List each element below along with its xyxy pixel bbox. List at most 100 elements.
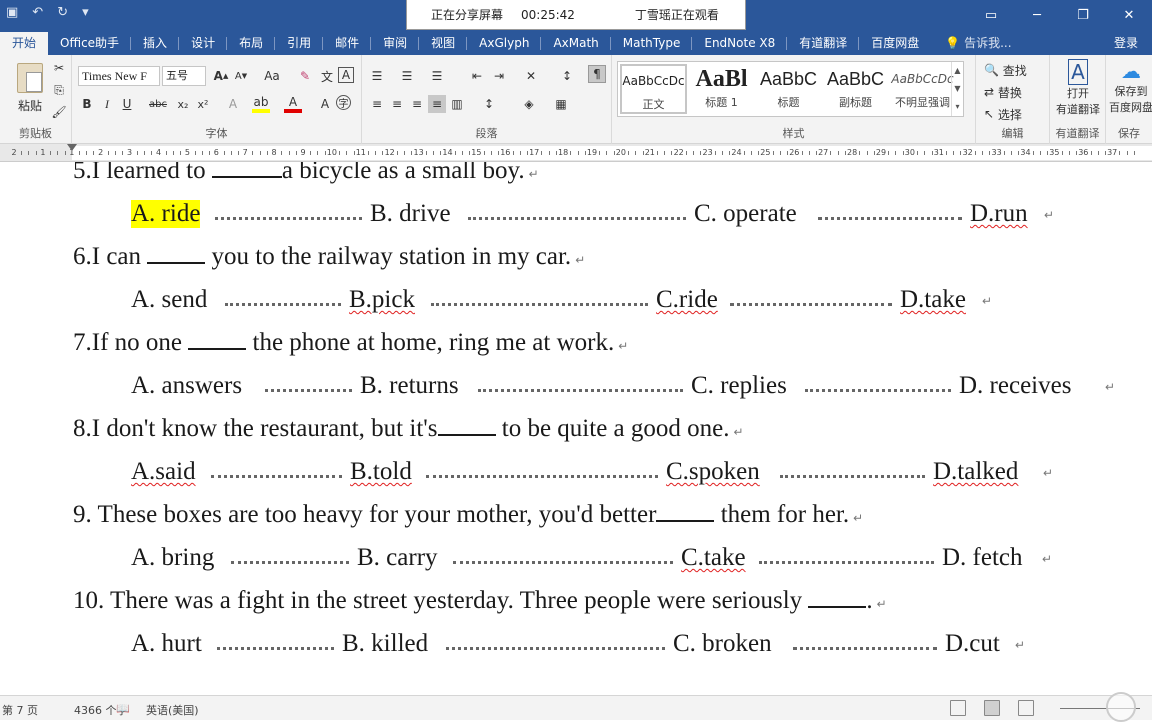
enclose-char-icon[interactable]: 字 xyxy=(336,95,351,110)
tab-3[interactable]: 设计 xyxy=(179,32,228,55)
style-3[interactable]: AaBbC 副标题 xyxy=(822,64,889,114)
paste-button[interactable]: 粘贴 xyxy=(10,61,50,115)
tab-8[interactable]: 视图 xyxy=(419,32,468,55)
increase-indent-icon[interactable]: ⇥ xyxy=(490,67,508,85)
numbering-icon[interactable]: ☰ xyxy=(398,67,416,85)
superscript-icon[interactable]: x² xyxy=(194,95,212,113)
document-area[interactable]: 5.I learned to a bicycle as a small boy.… xyxy=(0,162,1152,695)
find-button[interactable]: 🔍 查找 xyxy=(984,61,1027,79)
line-spacing-icon[interactable]: ↕ xyxy=(480,95,498,113)
align-left-icon[interactable]: ≡ xyxy=(368,95,386,113)
font-size-box[interactable]: 五号 xyxy=(162,66,206,86)
bullets-icon[interactable]: ☰ xyxy=(368,67,386,85)
language-indicator[interactable]: 英语(美国) xyxy=(146,702,199,718)
font-color-icon[interactable]: A xyxy=(284,95,302,113)
borders-icon[interactable]: ▦ xyxy=(552,95,570,113)
print-layout-icon[interactable] xyxy=(984,700,1000,716)
web-layout-icon[interactable] xyxy=(1018,700,1034,716)
copy-icon[interactable]: ⎘ xyxy=(50,81,68,99)
shading-icon[interactable]: ◈ xyxy=(520,95,538,113)
align-right-icon[interactable]: ≡ xyxy=(408,95,426,113)
subscript-icon[interactable]: x₂ xyxy=(174,95,192,113)
customize-qat-icon[interactable]: ▾ xyxy=(82,5,89,20)
multilevel-list-icon[interactable]: ☰ xyxy=(428,67,446,85)
bold-icon[interactable]: B xyxy=(78,95,96,113)
style-2[interactable]: AaBbC 标题 xyxy=(755,64,822,114)
select-button[interactable]: ↖ 选择 xyxy=(984,105,1022,123)
strikethrough-icon[interactable]: abc xyxy=(144,95,172,113)
tab-7[interactable]: 审阅 xyxy=(371,32,420,55)
shrink-font-icon[interactable]: A ▼ xyxy=(232,67,250,85)
grow-font-icon[interactable]: A ▲ xyxy=(212,67,230,85)
page-count[interactable]: 第 7 页 xyxy=(2,702,38,718)
ruler-tick xyxy=(172,151,174,155)
chinese-layout-icon[interactable]: ✕ xyxy=(522,67,540,85)
highlight-icon[interactable]: ab xyxy=(252,95,270,113)
read-mode-icon[interactable] xyxy=(950,700,966,716)
login-button[interactable]: 登录 xyxy=(1114,32,1138,55)
paragraph-mark-icon: ↵ xyxy=(853,511,864,525)
tab-1[interactable]: Office助手 xyxy=(48,32,132,55)
char-shading-icon[interactable]: A xyxy=(316,95,334,113)
proofing-icon[interactable]: 📖 xyxy=(116,702,130,715)
style-0[interactable]: AaBbCcDc 正文 xyxy=(620,64,687,114)
redo-icon[interactable]: ↻ xyxy=(57,5,68,20)
tab-0[interactable]: 开始 xyxy=(0,32,49,55)
styles-scroll-icon[interactable]: ▲ ▼ ▾ xyxy=(951,62,963,116)
answer-option: D.run xyxy=(970,200,1028,227)
baidu-save-button[interactable]: ☁ 保存到 百度网盘 xyxy=(1108,59,1152,115)
ribbon-display-icon[interactable]: ▭ xyxy=(968,0,1014,30)
tab-14[interactable]: 百度网盘 xyxy=(859,32,931,55)
question-text-post: . xyxy=(866,587,873,614)
first-line-indent-marker[interactable] xyxy=(67,144,77,151)
tab-11[interactable]: MathType xyxy=(611,32,693,55)
style-1[interactable]: AaBl 标题 1 xyxy=(688,64,755,114)
ruler-number: 17 xyxy=(529,148,540,157)
clear-format-icon[interactable]: ✎ xyxy=(296,67,314,85)
text-effects-icon[interactable]: A xyxy=(224,95,242,113)
justify-icon[interactable]: ≡ xyxy=(428,95,446,113)
tab-2[interactable]: 插入 xyxy=(131,32,180,55)
sort-icon[interactable]: ↕ xyxy=(558,67,576,85)
align-center-icon[interactable]: ≡ xyxy=(388,95,406,113)
share-viewer: 丁雪瑶正在观看 xyxy=(634,8,719,22)
tab-10[interactable]: AxMath xyxy=(541,32,612,55)
tab-13[interactable]: 有道翻译 xyxy=(787,32,860,55)
format-painter-icon[interactable]: 🖌 xyxy=(50,103,68,121)
close-button[interactable]: ✕ xyxy=(1106,0,1152,30)
save-icon[interactable]: ▣ xyxy=(6,5,18,20)
phonetic-guide-icon[interactable]: 文 xyxy=(318,67,336,85)
tab-9[interactable]: AxGlyph xyxy=(467,32,542,55)
answer-option: D.talked xyxy=(933,458,1019,485)
tab-leader-dots xyxy=(225,303,341,306)
answer-option: D. receives xyxy=(959,372,1072,399)
minimize-button[interactable]: ─ xyxy=(1014,0,1060,30)
underline-icon[interactable]: U xyxy=(118,95,136,113)
answer-option: D.take xyxy=(900,286,966,313)
ruler-number: 4 xyxy=(155,148,162,157)
tell-me-box[interactable]: 💡 告诉我... xyxy=(933,32,1023,55)
style-4[interactable]: AaBbCcDc 不明显强调 xyxy=(889,64,956,114)
tab-6[interactable]: 邮件 xyxy=(323,32,372,55)
youdao-translate-button[interactable]: A 打开 有道翻译 xyxy=(1052,59,1104,117)
undo-icon[interactable]: ↶ xyxy=(32,5,43,20)
tab-leader-dots xyxy=(730,303,892,306)
tab-4[interactable]: 布局 xyxy=(227,32,276,55)
italic-icon[interactable]: I xyxy=(98,95,116,113)
tab-12[interactable]: EndNote X8 xyxy=(692,32,788,55)
char-border-icon[interactable]: A xyxy=(338,67,354,83)
quick-access-toolbar: ▣ ↶ ↻ ▾ xyxy=(6,5,89,20)
ruler-tick xyxy=(772,151,774,155)
font-name-box[interactable]: Times New F xyxy=(78,66,160,86)
ruler-tick xyxy=(844,151,846,155)
distributed-icon[interactable]: ▥ xyxy=(448,95,466,113)
change-case-button[interactable]: Aa xyxy=(258,67,286,85)
tab-5[interactable]: 引用 xyxy=(275,32,324,55)
horizontal-ruler[interactable]: 2 1 1 2 3 4 5 6 7 8 9 10 11 12 13 14 15 16 17 18 19 20 21 22 23 2… xyxy=(0,144,1152,162)
replace-button[interactable]: ⇄ 替换 xyxy=(984,83,1022,101)
decrease-indent-icon[interactable]: ⇤ xyxy=(468,67,486,85)
show-marks-icon[interactable]: ¶ xyxy=(588,65,606,83)
cut-icon[interactable]: ✂ xyxy=(50,59,68,77)
ruler-number: 2 xyxy=(98,148,104,157)
maximize-button[interactable]: ❐ xyxy=(1060,0,1106,30)
